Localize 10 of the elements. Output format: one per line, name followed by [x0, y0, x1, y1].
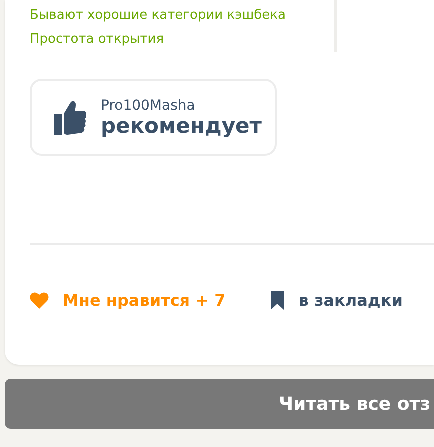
author-name: Pro100Masha: [101, 98, 196, 114]
read-all-reviews-button[interactable]: Читать все отз: [5, 379, 434, 429]
heart-icon: [30, 292, 49, 309]
pro-item: Простота открытия: [30, 31, 166, 49]
pro-item: Бывают хорошие категории кэшбека: [30, 7, 287, 25]
recommend-label: рекомендует: [101, 114, 262, 138]
bookmark-button[interactable]: в закладки: [270, 291, 403, 310]
like-button[interactable]: Мне нравится + 7: [30, 291, 226, 310]
thumbs-up-icon: [54, 100, 87, 136]
bookmark-icon: [270, 291, 285, 310]
